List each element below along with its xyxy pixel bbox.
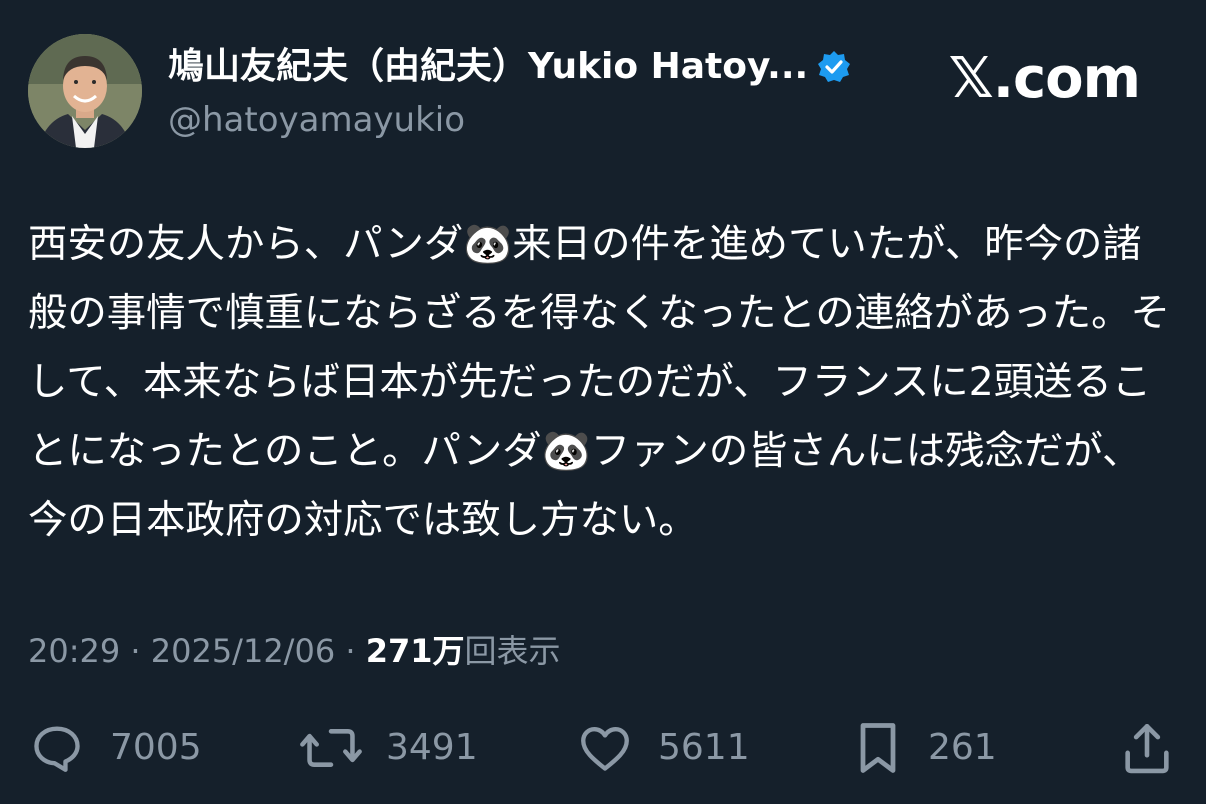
bookmark-count: 261: [928, 727, 997, 768]
site-brand: 𝕏.com: [948, 46, 1141, 111]
repost-button[interactable]: 3491: [300, 716, 478, 780]
tweet-meta: 20:29 · 2025/12/06 · 271万回表示: [28, 628, 561, 674]
heart-icon: [581, 726, 629, 771]
meta-separator: ·: [120, 632, 151, 670]
reply-button[interactable]: 7005: [28, 716, 202, 780]
author-name-row: 鳩山友紀夫（由紀夫）Yukio Hatoy...: [168, 42, 888, 92]
reply-icon: [34, 726, 80, 772]
reply-count: 7005: [110, 727, 202, 768]
repost-icon: [300, 729, 362, 767]
tweet-text: 西安の友人から、パンダ🐼来日の件を進めていたが、昨今の諸般の事情で慎重にならざる…: [28, 221, 1170, 543]
views-label: 回表示: [464, 632, 561, 670]
avatar[interactable]: [28, 34, 142, 148]
author-handle[interactable]: @hatoyamayukio: [168, 96, 888, 144]
like-button[interactable]: 5611: [576, 716, 750, 780]
meta-separator: ·: [335, 632, 366, 670]
tweet-header: 鳩山友紀夫（由紀夫）Yukio Hatoy... @hatoyamayukio …: [28, 34, 1178, 154]
share-icon: [1125, 723, 1169, 774]
bookmark-icon: [860, 723, 896, 773]
verified-badge-icon: [816, 49, 852, 85]
tweet-date[interactable]: 2025/12/06: [151, 632, 335, 670]
action-bar: 7005 3491 5611 261: [28, 716, 1178, 780]
like-count: 5611: [658, 727, 750, 768]
views-count: 271万: [365, 632, 465, 670]
repost-count: 3491: [386, 727, 478, 768]
avatar-image: [28, 34, 142, 148]
tweet-time[interactable]: 20:29: [28, 632, 120, 670]
author-block: 鳩山友紀夫（由紀夫）Yukio Hatoy... @hatoyamayukio: [168, 42, 888, 144]
author-display-name[interactable]: 鳩山友紀夫（由紀夫）Yukio Hatoy...: [168, 42, 808, 92]
share-button[interactable]: [1120, 716, 1174, 780]
bookmark-button[interactable]: 261: [852, 716, 997, 780]
